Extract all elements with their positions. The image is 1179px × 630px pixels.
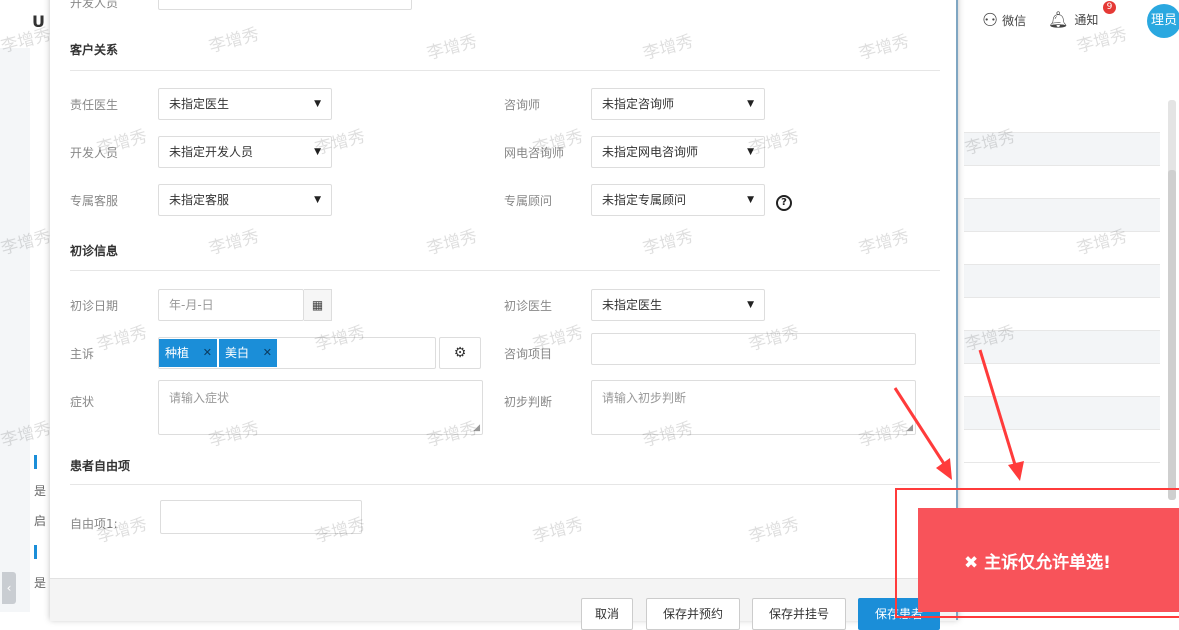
consultant-select[interactable]: 未指定咨询师 ▼ bbox=[591, 88, 765, 120]
initial-judgment-placeholder: 请输入初步判断 bbox=[602, 391, 687, 405]
side-marker bbox=[34, 455, 37, 469]
notify-badge: 9 bbox=[1103, 1, 1116, 14]
symptom-placeholder: 请输入症状 bbox=[169, 391, 230, 405]
table-row bbox=[964, 331, 1160, 364]
section-title-customer-relation: 客户关系 bbox=[70, 43, 119, 57]
notify-button[interactable]: 🔔︎ 通知 bbox=[1048, 10, 1098, 29]
caret-down-icon: ▼ bbox=[747, 195, 754, 205]
wechat-label: 微信 bbox=[1002, 14, 1027, 28]
background-table bbox=[964, 100, 1160, 463]
save-and-register-button[interactable]: 保存并挂号 bbox=[752, 598, 846, 630]
gear-icon[interactable]: ⚙ bbox=[439, 337, 481, 369]
consultant-value: 未指定咨询师 bbox=[602, 97, 675, 111]
close-icon: ✖ bbox=[964, 553, 979, 573]
section-divider bbox=[70, 70, 940, 71]
chief-complaint-label: 主诉 bbox=[70, 347, 95, 361]
first-visit-doctor-value: 未指定医生 bbox=[602, 298, 663, 312]
initial-judgment-textarea[interactable]: 请输入初步判断 ◢ bbox=[591, 380, 916, 435]
first-visit-doctor-label: 初诊医生 bbox=[504, 299, 553, 313]
caret-down-icon: ▼ bbox=[747, 300, 754, 310]
free-item-1-input[interactable] bbox=[160, 500, 362, 534]
developer-select[interactable]: 未指定开发人员 ▼ bbox=[158, 136, 332, 168]
error-toast: ✖ 主诉仅允许单选! bbox=[918, 508, 1179, 612]
help-icon[interactable]: ? bbox=[776, 195, 792, 211]
caret-down-icon: ▼ bbox=[314, 195, 321, 205]
tag-label: 美白 bbox=[225, 346, 250, 360]
user-avatar[interactable]: 理员 bbox=[1147, 4, 1179, 38]
toast-message-row: ✖ 主诉仅允许单选! bbox=[964, 548, 1111, 573]
exclusive-service-value: 未指定客服 bbox=[169, 193, 230, 207]
symptom-textarea[interactable]: 请输入症状 ◢ bbox=[158, 380, 483, 435]
exclusive-advisor-select[interactable]: 未指定专属顾问 ▼ bbox=[591, 184, 765, 216]
first-visit-date-input[interactable]: 年-月-日 bbox=[158, 289, 304, 321]
resize-handle-icon[interactable]: ◢ bbox=[473, 423, 480, 433]
online-consultant-label: 网电咨询师 bbox=[504, 146, 565, 160]
save-and-book-button[interactable]: 保存并预约 bbox=[646, 598, 740, 630]
caret-down-icon: ▼ bbox=[747, 147, 754, 157]
notify-label: 通知 bbox=[1074, 13, 1099, 27]
scrollbar-thumb[interactable] bbox=[1168, 170, 1176, 500]
calendar-icon[interactable]: ▦ bbox=[304, 289, 332, 321]
section-divider bbox=[70, 484, 940, 485]
symptom-label: 症状 bbox=[70, 395, 95, 409]
first-visit-date-placeholder: 年-月-日 bbox=[169, 298, 214, 312]
consult-item-label: 咨询项目 bbox=[504, 347, 553, 361]
exclusive-advisor-label: 专属顾问 bbox=[504, 194, 553, 208]
chief-complaint-tag[interactable]: 种植 ✕ bbox=[159, 339, 217, 367]
table-row bbox=[964, 133, 1160, 166]
close-icon[interactable]: ✕ bbox=[263, 339, 272, 367]
initial-judgment-label: 初步判断 bbox=[504, 395, 553, 409]
section-title-free-items: 患者自由项 bbox=[70, 459, 131, 473]
caret-down-icon: ▼ bbox=[314, 147, 321, 157]
bell-icon: 🔔︎ bbox=[1048, 10, 1069, 29]
wechat-icon: ⚇ bbox=[982, 10, 999, 31]
section-title-first-visit: 初诊信息 bbox=[70, 244, 119, 258]
chief-complaint-tag[interactable]: 美白 ✕ bbox=[219, 339, 277, 367]
cut-field-input[interactable] bbox=[158, 0, 412, 10]
cancel-button[interactable]: 取消 bbox=[581, 598, 633, 630]
table-row bbox=[964, 232, 1160, 265]
exclusive-service-label: 专属客服 bbox=[70, 194, 119, 208]
cut-field-label: 开发人员 bbox=[70, 0, 119, 10]
responsible-doctor-select[interactable]: 未指定医生 ▼ bbox=[158, 88, 332, 120]
resize-handle-icon[interactable]: ◢ bbox=[906, 423, 913, 433]
first-visit-date-label: 初诊日期 bbox=[70, 299, 119, 313]
first-visit-doctor-select[interactable]: 未指定医生 ▼ bbox=[591, 289, 765, 321]
wechat-button[interactable]: ⚇ 微信 bbox=[982, 10, 1026, 31]
table-row bbox=[964, 100, 1160, 133]
table-row bbox=[964, 265, 1160, 298]
close-icon[interactable]: ✕ bbox=[203, 339, 212, 367]
exclusive-service-select[interactable]: 未指定客服 ▼ bbox=[158, 184, 332, 216]
developer-value: 未指定开发人员 bbox=[169, 145, 254, 159]
exclusive-advisor-value: 未指定专属顾问 bbox=[602, 193, 687, 207]
left-sidebar bbox=[0, 48, 31, 612]
table-row bbox=[964, 166, 1160, 199]
developer-label: 开发人员 bbox=[70, 146, 119, 160]
section-divider bbox=[70, 270, 940, 271]
online-consultant-select[interactable]: 未指定网电咨询师 ▼ bbox=[591, 136, 765, 168]
consultant-label: 咨询师 bbox=[504, 98, 541, 112]
app-logo: U bbox=[32, 12, 45, 31]
online-consultant-value: 未指定网电咨询师 bbox=[602, 145, 699, 159]
caret-down-icon: ▼ bbox=[747, 99, 754, 109]
table-row bbox=[964, 397, 1160, 430]
responsible-doctor-value: 未指定医生 bbox=[169, 97, 230, 111]
tab-bar bbox=[958, 48, 1179, 94]
collapse-handle[interactable]: ‹ bbox=[2, 572, 16, 604]
free-item-1-label: 自由项1: bbox=[70, 517, 118, 531]
side-text: 启 bbox=[34, 514, 47, 528]
toast-message: 主诉仅允许单选! bbox=[984, 553, 1111, 573]
side-text: 是 bbox=[34, 484, 47, 498]
caret-down-icon: ▼ bbox=[314, 99, 321, 109]
table-row bbox=[964, 430, 1160, 463]
table-row bbox=[964, 298, 1160, 331]
table-row bbox=[964, 199, 1160, 232]
table-row bbox=[964, 364, 1160, 397]
add-patient-modal: 开发人员 客户关系 责任医生 未指定医生 ▼ 咨询师 未指定咨询师 ▼ 开发人员… bbox=[50, 0, 958, 621]
side-text: 是 bbox=[34, 576, 47, 590]
side-marker bbox=[34, 545, 37, 559]
responsible-doctor-label: 责任医生 bbox=[70, 98, 119, 112]
consult-item-input[interactable] bbox=[591, 333, 916, 365]
tag-label: 种植 bbox=[165, 346, 190, 360]
